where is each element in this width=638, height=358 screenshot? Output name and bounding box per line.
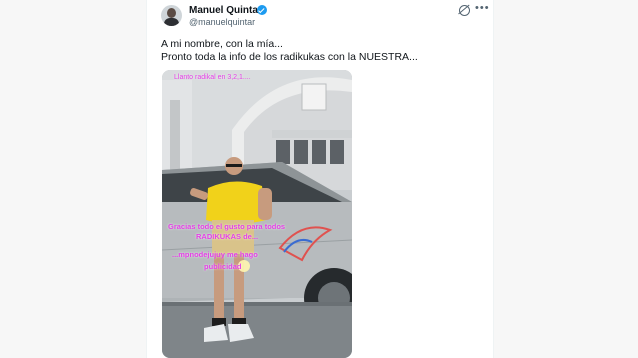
grok-icon[interactable] — [459, 5, 470, 16]
avatar-body — [164, 18, 179, 26]
tweet-card[interactable]: Manuel Quintar @manuelquintar ••• A mi n… — [146, 0, 494, 358]
author-display-name[interactable]: Manuel Quintar — [189, 5, 262, 16]
page-gutter-left — [0, 0, 146, 358]
verified-icon — [257, 5, 267, 15]
author-handle[interactable]: @manuelquintar — [189, 17, 255, 27]
more-icon[interactable]: ••• — [475, 2, 490, 14]
page-gutter-right — [492, 0, 638, 358]
media-overlay-line: RADIKUKAS de... — [196, 232, 259, 241]
tweet-text-line: Pronto toda la info de los radikukas con… — [161, 51, 418, 63]
tweet-text: A mi nombre, con la mía... Pronto toda l… — [161, 38, 418, 64]
tweet-text-line: A mi nombre, con la mía... — [161, 38, 283, 50]
media-overlay-line: Gracias todo el gusto para todos — [168, 222, 286, 231]
tweet-media-image[interactable]: Llanto radikal en 3,2,1.... Gracias todo… — [162, 70, 352, 358]
avatar-head — [167, 8, 176, 18]
media-overlay-top-text: Llanto radikal en 3,2,1.... — [174, 74, 251, 81]
media-overlay-line: publicidad — [204, 262, 242, 271]
media-photo — [162, 70, 352, 358]
media-overlay-line: ...mpnodejujuy me hago — [172, 250, 258, 259]
avatar[interactable] — [161, 5, 182, 26]
